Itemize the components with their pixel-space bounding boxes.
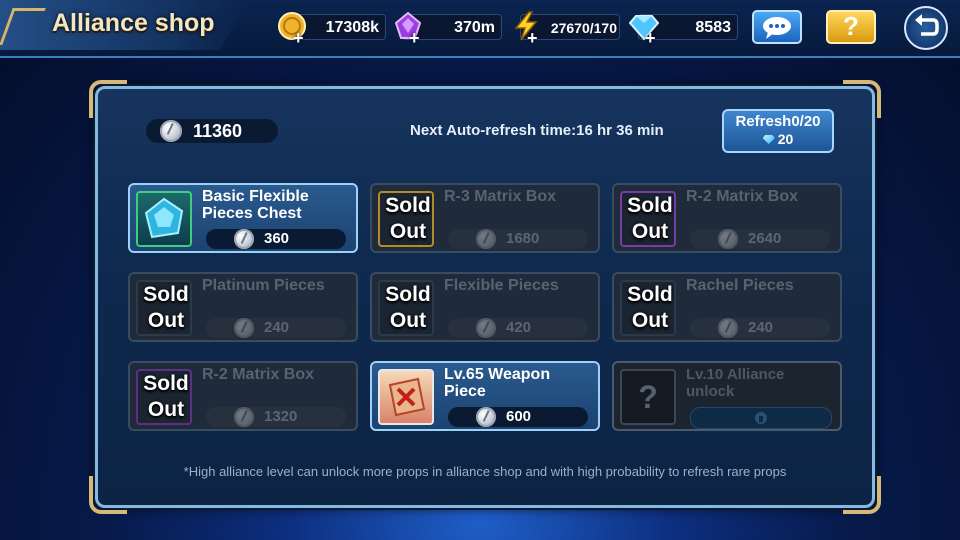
- refresh-label: Refresh0/20: [735, 113, 821, 130]
- back-arrow-icon: [915, 14, 939, 36]
- add-diamond-icon[interactable]: +: [645, 29, 656, 47]
- shop-item-lv65-weapon-piece[interactable]: Lv.65 Weapon Piece 600: [370, 361, 600, 431]
- panel-corner-ornament: [89, 80, 127, 118]
- back-button[interactable]: [904, 6, 948, 50]
- item-name: Basic Flexible Pieces Chest: [202, 188, 309, 222]
- sold-out-label: Sold Out: [627, 194, 673, 243]
- crystal-value: 370m: [454, 19, 495, 36]
- price-tag: 1320: [206, 407, 346, 427]
- chat-bubble-icon: [763, 17, 791, 39]
- alliance-coin-balance: 11360: [146, 119, 278, 143]
- shop-item-r3-matrix-box[interactable]: Sold Out R-3 Matrix Box 1680: [370, 183, 600, 253]
- panel-corner-ornament: [843, 80, 881, 118]
- silver-coin-icon: [234, 318, 254, 338]
- price-tag: 1680: [448, 229, 588, 249]
- next-refresh-timer: Next Auto-refresh time:16 hr 36 min: [410, 122, 664, 139]
- sold-out-label: Sold Out: [385, 283, 431, 332]
- item-price: 420: [506, 319, 532, 336]
- price-tag: 360: [206, 229, 346, 249]
- silver-coin-icon: [476, 318, 496, 338]
- diamond-value: 8583: [695, 19, 731, 36]
- item-price: 600: [506, 408, 532, 425]
- locked-price-tag: [690, 407, 832, 429]
- shop-panel: 11360 Next Auto-refresh time:16 hr 36 mi…: [89, 80, 881, 514]
- gold-counter[interactable]: + 17308k: [278, 12, 386, 47]
- price-tag: 240: [690, 318, 830, 338]
- price-tag: 2640: [690, 229, 830, 249]
- item-name: Lv.65 Weapon Piece: [444, 366, 551, 400]
- unknown-item-icon: ?: [620, 369, 676, 425]
- silver-coin-icon: [234, 229, 254, 249]
- silver-coin-icon: [476, 229, 496, 249]
- title-plate: Alliance shop: [0, 0, 250, 50]
- item-price: 360: [264, 230, 290, 247]
- item-price: 240: [264, 319, 290, 336]
- energy-counter[interactable]: + 27670/170: [514, 11, 620, 47]
- item-name: Flexible Pieces: [444, 277, 559, 294]
- silver-coin-icon: [476, 407, 496, 427]
- item-price: 2640: [748, 230, 782, 247]
- panel-corner-ornament: [843, 476, 881, 514]
- diamond-counter[interactable]: + 8583: [629, 14, 738, 47]
- silver-coin-icon: [160, 120, 182, 142]
- add-energy-icon[interactable]: +: [527, 29, 538, 47]
- sold-out-label: Sold Out: [143, 372, 189, 421]
- item-price: 1680: [506, 230, 540, 247]
- shop-item-r2-matrix-box-2[interactable]: Sold Out R-2 Matrix Box 1320: [128, 361, 358, 431]
- item-price: 240: [748, 319, 774, 336]
- title-ornament: [0, 8, 46, 45]
- shop-item-flexible-pieces[interactable]: Sold Out Flexible Pieces 420: [370, 272, 600, 342]
- top-bar: Alliance shop + 17308k + 370m + 27670/17…: [0, 0, 960, 58]
- silver-coin-icon: [234, 407, 254, 427]
- crystal-counter[interactable]: + 370m: [394, 11, 502, 47]
- alliance-coin-value: 11360: [193, 121, 243, 141]
- shop-item-basic-flexible-pieces-chest[interactable]: Basic Flexible Pieces Chest 360: [128, 183, 358, 253]
- diamond-icon: [762, 135, 775, 144]
- shop-footnote: *High alliance level can unlock more pro…: [183, 464, 787, 479]
- price-tag: 600: [448, 407, 588, 427]
- sold-out-label: Sold Out: [385, 194, 431, 243]
- shop-item-r2-matrix-box[interactable]: Sold Out R-2 Matrix Box 2640: [612, 183, 842, 253]
- sold-out-label: Sold Out: [627, 283, 673, 332]
- panel-corner-ornament: [89, 476, 127, 514]
- help-button[interactable]: ?: [826, 10, 876, 44]
- lock-icon: [755, 412, 767, 424]
- sold-out-label: Sold Out: [143, 283, 189, 332]
- add-gold-icon[interactable]: +: [293, 29, 304, 47]
- chest-icon: [136, 191, 192, 247]
- item-name: R-2 Matrix Box: [202, 366, 315, 383]
- gold-value: 17308k: [325, 19, 379, 36]
- refresh-button[interactable]: Refresh0/20 20: [722, 109, 834, 153]
- unlock-requirement: Lv.10 Alliance unlock: [686, 366, 785, 400]
- silver-coin-icon: [718, 229, 738, 249]
- price-tag: 420: [448, 318, 588, 338]
- page-title: Alliance shop: [52, 9, 215, 37]
- shop-item-platinum-pieces[interactable]: Sold Out Platinum Pieces 240: [128, 272, 358, 342]
- shop-item-rachel-pieces[interactable]: Sold Out Rachel Pieces 240: [612, 272, 842, 342]
- item-price: 1320: [264, 408, 298, 425]
- weapon-piece-icon: [378, 369, 434, 425]
- item-name: R-2 Matrix Box: [686, 188, 799, 205]
- item-name: Platinum Pieces: [202, 277, 325, 294]
- shop-item-locked-slot: ? Lv.10 Alliance unlock: [612, 361, 842, 431]
- item-name: R-3 Matrix Box: [444, 188, 557, 205]
- chat-button[interactable]: [752, 10, 802, 44]
- energy-value: 27670/170: [550, 20, 617, 36]
- add-crystal-icon[interactable]: +: [409, 29, 420, 47]
- silver-coin-icon: [718, 318, 738, 338]
- item-name: Rachel Pieces: [686, 277, 794, 294]
- price-tag: 240: [206, 318, 346, 338]
- refresh-cost: 20: [724, 131, 832, 147]
